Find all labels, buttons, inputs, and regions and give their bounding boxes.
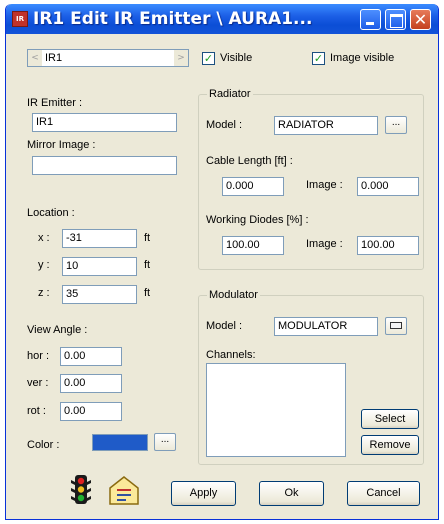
ok-button[interactable]: Ok [259, 481, 324, 506]
y-field[interactable]: 10 [62, 257, 137, 276]
app-icon[interactable]: IR [12, 11, 28, 27]
modulator-model-browse-button[interactable] [385, 317, 407, 335]
minimize-icon [361, 10, 380, 29]
minimize-button[interactable] [360, 9, 381, 30]
visible-checkbox[interactable]: ✓ [202, 52, 215, 65]
radiator-model-field[interactable]: RADIATOR [274, 116, 378, 135]
diodes-image-field[interactable]: 100.00 [357, 236, 419, 255]
color-label: Color : [27, 439, 60, 451]
close-button[interactable]: ✕ [410, 9, 431, 30]
radiator-model-browse-button[interactable]: ... [385, 116, 407, 134]
x-field[interactable]: -31 [62, 229, 137, 248]
radiator-model-label: Model : [206, 119, 243, 131]
z-label: z : [38, 287, 50, 299]
z-unit: ft [144, 287, 151, 299]
cable-length-label: Cable Length [ft] : [206, 155, 293, 167]
ver-label: ver : [27, 377, 49, 389]
location-label: Location : [27, 207, 75, 219]
title-bar[interactable]: IR IR1 Edit IR Emitter \ AURA1... ✕ [6, 4, 438, 34]
ver-field[interactable]: 0.00 [60, 374, 122, 393]
modulator-model-label: Model : [206, 320, 243, 332]
dialog-window: IR IR1 Edit IR Emitter \ AURA1... ✕ < IR… [5, 4, 439, 520]
traffic-light-icon[interactable] [70, 474, 92, 506]
apply-button[interactable]: Apply [171, 481, 236, 506]
cable-image-label: Image : [306, 179, 343, 191]
image-visible-label: Image visible [330, 52, 395, 64]
diodes-image-label: Image : [306, 238, 343, 250]
color-swatch[interactable] [92, 434, 148, 451]
previous-arrow-icon[interactable]: < [28, 50, 42, 66]
y-unit: ft [144, 259, 151, 271]
rot-label: rot : [27, 405, 46, 417]
working-diodes-field[interactable]: 100.00 [222, 236, 284, 255]
emitter-navigator[interactable]: < IR1 > [27, 49, 189, 67]
rot-field[interactable]: 0.00 [60, 402, 122, 421]
mirror-image-field[interactable] [32, 156, 177, 175]
view-angle-label: View Angle : [27, 324, 88, 336]
channels-list[interactable] [206, 363, 346, 457]
select-button[interactable]: Select [361, 409, 419, 429]
visible-label: Visible [220, 52, 253, 64]
x-unit: ft [144, 232, 151, 244]
hor-field[interactable]: 0.00 [60, 347, 122, 366]
mirror-image-label: Mirror Image : [27, 139, 96, 151]
color-picker-button[interactable]: ... [154, 433, 176, 451]
cancel-button[interactable]: Cancel [347, 481, 420, 506]
hor-label: hor : [27, 350, 50, 362]
ir-emitter-field[interactable]: IR1 [32, 113, 177, 132]
cable-image-field[interactable]: 0.000 [357, 177, 419, 196]
remove-button[interactable]: Remove [361, 435, 419, 455]
modulator-model-field[interactable]: MODULATOR [274, 317, 378, 336]
cable-length-field[interactable]: 0.000 [222, 177, 284, 196]
channels-label: Channels: [206, 349, 256, 361]
maximize-icon [386, 10, 405, 29]
window-title: IR1 Edit IR Emitter \ AURA1... [33, 9, 313, 29]
maximize-button[interactable] [385, 9, 406, 30]
radiator-group-title: Radiator [207, 87, 253, 101]
y-label: y : [38, 259, 50, 271]
ir-emitter-label: IR Emitter : [27, 97, 83, 109]
x-label: x : [38, 232, 50, 244]
next-arrow-icon[interactable]: > [174, 50, 188, 66]
modulator-group-title: Modulator [207, 288, 260, 302]
modulator-browse-icon [390, 322, 402, 329]
notes-house-icon[interactable] [107, 474, 141, 506]
z-field[interactable]: 35 [62, 285, 137, 304]
image-visible-checkbox[interactable]: ✓ [312, 52, 325, 65]
close-icon: ✕ [413, 10, 428, 29]
navigator-value: IR1 [45, 52, 63, 64]
working-diodes-label: Working Diodes [%] : [206, 214, 309, 226]
